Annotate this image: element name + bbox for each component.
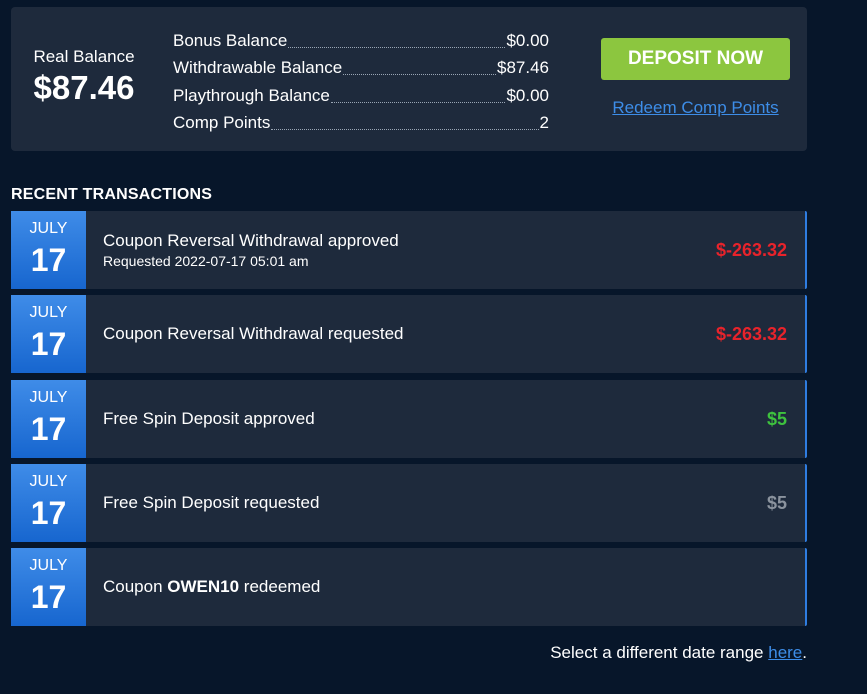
transaction-month: JULY (29, 557, 68, 575)
dotted-leader (330, 101, 506, 103)
bonus-balance-label: Bonus Balance (173, 30, 288, 50)
transaction-details: Coupon Reversal Withdrawal requested (103, 295, 404, 373)
transaction-amount: $5 (766, 492, 787, 513)
transaction-day: 17 (30, 326, 67, 363)
transaction-day: 17 (30, 494, 67, 531)
transaction-title: Free Spin Deposit approved (103, 408, 315, 428)
date-range-link[interactable]: here (768, 643, 802, 662)
date-range-text: Select a different date range (550, 643, 769, 662)
transaction-title: Free Spin Deposit requested (103, 492, 320, 512)
transaction-date-badge: JULY 17 (11, 548, 86, 627)
transaction-month: JULY (29, 388, 68, 406)
transaction-details: Coupon Reversal Withdrawal approved Requ… (103, 211, 399, 289)
real-balance-value: $87.46 (33, 69, 135, 106)
transaction-row: JULY 17 Coupon Reversal Withdrawal appro… (11, 211, 807, 289)
playthrough-balance-value: $0.00 (506, 85, 549, 105)
transaction-day: 17 (30, 410, 67, 447)
playthrough-balance-row: Playthrough Balance $0.00 (173, 78, 549, 106)
date-range-period: . (802, 643, 807, 662)
transaction-amount: $-263.32 (715, 324, 787, 345)
transaction-row: JULY 17 Free Spin Deposit approved $5 (11, 379, 807, 458)
playthrough-balance-label: Playthrough Balance (173, 85, 330, 105)
transaction-subtitle: Requested 2022-07-17 05:01 am (103, 253, 309, 269)
transaction-row: JULY 17 Free Spin Deposit requested $5 (11, 463, 807, 542)
dotted-leader (343, 73, 496, 75)
withdrawable-balance-label: Withdrawable Balance (173, 58, 343, 77)
transaction-details: Coupon OWEN10 redeemed (103, 548, 320, 626)
transaction-title-prefix: Coupon (103, 577, 168, 597)
coupon-code: OWEN10 (167, 577, 240, 597)
cashier-page: Real Balance $87.46 Bonus Balance $0.00 … (0, 0, 867, 694)
transactions-list: JULY 17 Coupon Reversal Withdrawal appro… (11, 211, 807, 632)
transaction-day: 17 (30, 242, 67, 278)
dotted-leader (288, 46, 506, 48)
comp-points-value: 2 (539, 113, 549, 132)
deposit-now-button[interactable]: DEPOSIT NOW (601, 38, 790, 80)
transaction-date-badge: JULY 17 (11, 211, 86, 289)
redeem-comp-points-link[interactable]: Redeem Comp Points (601, 98, 790, 118)
withdrawable-balance-row: Withdrawable Balance $87.46 (173, 51, 549, 79)
dotted-leader (271, 128, 539, 130)
real-balance-label: Real Balance (33, 47, 135, 66)
transaction-month: JULY (29, 304, 68, 322)
transaction-amount: $-263.32 (715, 240, 787, 260)
date-range-note: Select a different date range here. (550, 643, 807, 663)
transaction-amount: $5 (766, 408, 787, 429)
transaction-day: 17 (30, 579, 67, 616)
bonus-balance-row: Bonus Balance $0.00 (173, 23, 549, 51)
balance-breakdown: Bonus Balance $0.00 Withdrawable Balance… (173, 23, 549, 133)
bonus-balance-value: $0.00 (506, 30, 549, 50)
transaction-month: JULY (29, 220, 68, 237)
transaction-title: Coupon OWEN10 redeemed (103, 576, 320, 598)
withdrawable-balance-value: $87.46 (497, 58, 549, 77)
transaction-date-badge: JULY 17 (11, 295, 86, 374)
transaction-title: Coupon Reversal Withdrawal approved (103, 231, 399, 250)
transaction-date-badge: JULY 17 (11, 379, 86, 458)
real-balance: Real Balance $87.46 (29, 47, 139, 108)
transaction-row: JULY 17 Coupon Reversal Withdrawal reque… (11, 295, 807, 374)
transaction-details: Free Spin Deposit requested (103, 464, 319, 542)
transaction-row: JULY 17 Coupon OWEN10 redeemed (11, 548, 807, 627)
transaction-month: JULY (29, 472, 68, 490)
transaction-details: Free Spin Deposit approved (103, 380, 315, 458)
transaction-title-suffix: redeemed (239, 577, 321, 597)
recent-transactions-heading: RECENT TRANSACTIONS (11, 186, 213, 203)
comp-points-label: Comp Points (173, 113, 271, 132)
transaction-title: Coupon Reversal Withdrawal requested (103, 324, 404, 344)
balance-panel: Real Balance $87.46 Bonus Balance $0.00 … (11, 7, 807, 151)
transaction-date-badge: JULY 17 (11, 463, 86, 542)
comp-points-row: Comp Points 2 (173, 106, 549, 134)
